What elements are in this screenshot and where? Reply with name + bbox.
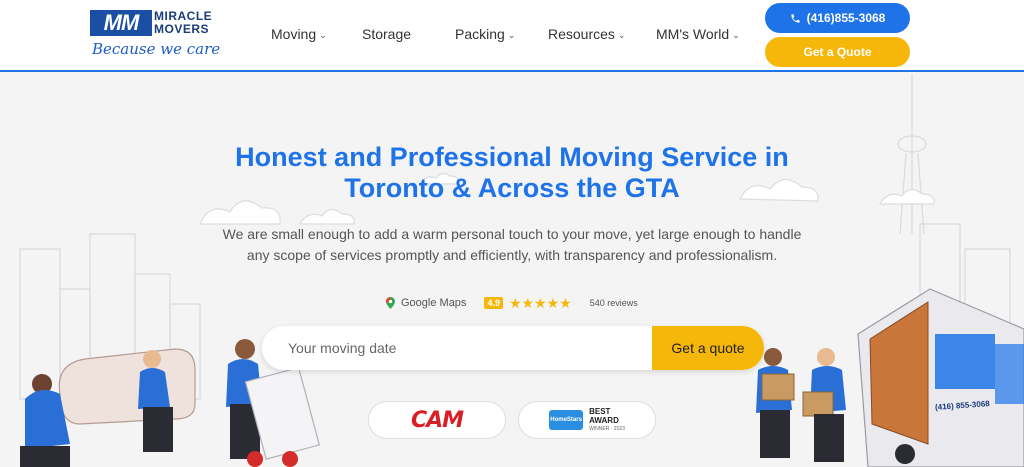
cam-logo: CAM xyxy=(410,407,464,433)
star-icon: ★★★★★ xyxy=(508,294,572,311)
logo[interactable]: MM MIRACLE MOVERS Because we care xyxy=(90,10,240,60)
chevron-down-icon: ⌄ xyxy=(732,30,740,40)
nav-item-storage[interactable]: Storage xyxy=(362,26,411,42)
nav-item-mms-world[interactable]: MM's World ⌄ xyxy=(656,26,740,42)
nav-item-label: Moving xyxy=(271,26,317,42)
phone-icon xyxy=(791,13,800,23)
award-line2: AWARD xyxy=(589,415,619,425)
hero-title-line2: Toronto & Across the GTA xyxy=(344,173,680,203)
logo-line2: MOVERS xyxy=(154,22,210,36)
homestars-award: HomeStars BEST AWARD WINNER · 2023 xyxy=(549,407,625,434)
hero-illustration xyxy=(19,74,1024,467)
logo-wordmark: MIRACLE MOVERS xyxy=(154,10,212,36)
chevron-down-icon: ⌄ xyxy=(507,30,516,40)
rating-source: Google Maps xyxy=(401,297,467,309)
chevron-down-icon: ⌄ xyxy=(617,30,626,40)
nav-item-label: Storage xyxy=(362,26,412,42)
nav-item-label: Resources xyxy=(548,26,615,42)
site-header: MM MIRACLE MOVERS Because we care Moving… xyxy=(0,0,1024,72)
nav-item-moving[interactable]: Moving ⌄ xyxy=(271,26,327,42)
hero-title: Honest and Professional Moving Service i… xyxy=(0,142,1024,204)
rating-row: Google Maps 4.9 ★★★★★ 540 reviews xyxy=(386,295,638,311)
logo-tagline: Because we care xyxy=(92,40,221,58)
homestars-award-text: BEST AWARD WINNER · 2023 xyxy=(589,407,625,434)
cam-badge[interactable]: CAM xyxy=(368,401,506,439)
get-a-quote-submit-button[interactable]: Get a quote xyxy=(652,326,764,370)
google-maps-pin-icon xyxy=(386,297,395,309)
homestars-logo: HomeStars xyxy=(549,410,584,430)
phone-number: (416)855-3068 xyxy=(806,11,886,25)
phone-button[interactable]: (416)855-3068 xyxy=(765,3,910,33)
chevron-down-icon: ⌄ xyxy=(319,30,327,40)
award-line3: WINNER · 2023 xyxy=(589,425,625,432)
rating-score: 4.9 xyxy=(484,297,503,309)
award-line1: BEST xyxy=(589,406,611,416)
quote-form: Get a quote xyxy=(262,326,764,370)
nav-item-label: Packing xyxy=(455,26,505,42)
nav-item-label: MM's World xyxy=(656,26,730,42)
nav-item-resources[interactable]: Resources ⌄ xyxy=(548,26,625,42)
logo-mark: MM xyxy=(90,10,152,36)
homestars-badge[interactable]: HomeStars BEST AWARD WINNER · 2023 xyxy=(518,401,656,439)
hero-subtitle: We are small enough to add a warm person… xyxy=(222,226,802,263)
nav-item-packing[interactable]: Packing ⌄ xyxy=(455,26,515,42)
moving-date-input[interactable] xyxy=(262,326,652,370)
get-a-quote-button[interactable]: Get a Quote xyxy=(765,37,910,67)
review-count[interactable]: 540 reviews xyxy=(590,298,638,308)
hero-title-line1: Honest and Professional Moving Service i… xyxy=(235,142,789,172)
